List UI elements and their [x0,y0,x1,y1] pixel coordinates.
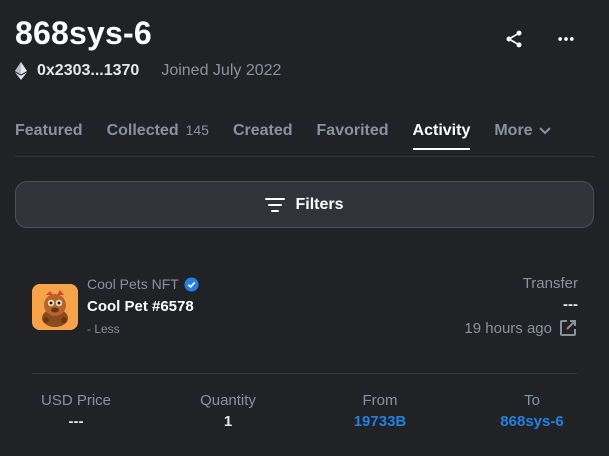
profile-tabs: Featured Collected 145 Created Favorited … [15,122,609,158]
tab-label: More [494,122,533,139]
tab-label: Collected [106,122,179,139]
tab-created[interactable]: Created [233,122,293,150]
collection-name-row[interactable]: Cool Pets NFT [87,276,199,292]
wallet-address[interactable]: 0x2303...1370 [37,62,139,80]
chevron-down-icon [538,127,551,135]
from-cell: From 19733B [310,392,450,430]
from-link[interactable]: 19733B [310,413,450,430]
quantity-cell: Quantity 1 [158,392,298,430]
item-name[interactable]: Cool Pet #6578 [87,298,194,315]
tab-label: Created [232,122,293,139]
verified-badge-icon [184,276,199,292]
event-time[interactable]: 19 hours ago [464,318,578,338]
filter-icon [265,197,286,213]
to-cell: To 868sys-6 [462,392,602,430]
event-time-label: 19 hours ago [464,319,552,337]
usd-price-label: USD Price [40,392,111,409]
tab-count: 145 [185,122,209,138]
collection-name: Cool Pets NFT [87,276,179,292]
quantity-value: 1 [223,413,233,430]
to-link[interactable]: 868sys-6 [462,413,602,430]
nft-thumbnail[interactable] [32,284,78,330]
to-label: To [524,392,540,409]
tab-favorited[interactable]: Favorited [317,122,389,150]
joined-date: Joined July 2022 [161,62,282,79]
filters-button[interactable]: Filters [15,181,594,228]
usd-price-cell: USD Price --- [6,392,146,430]
profile-name: 868sys-6 [15,15,152,51]
ethereum-icon [15,62,29,80]
less-toggle[interactable]: - Less [87,322,120,336]
event-price: --- [563,296,578,313]
tab-collected[interactable]: Collected 145 [107,122,209,150]
usd-price-value: --- [68,413,84,430]
tab-label: Activity [412,122,471,139]
quantity-label: Quantity [200,392,256,409]
tab-label: Featured [15,122,83,139]
profile-meta: 0x2303...1370 Joined July 2022 [15,62,281,80]
divider [32,373,577,374]
tab-more[interactable]: More [494,122,551,150]
share-icon[interactable] [501,26,527,52]
from-label: From [362,392,398,409]
more-dots-icon[interactable] [553,26,579,52]
external-link-icon[interactable] [558,318,578,338]
tab-activity[interactable]: Activity [412,122,471,150]
header-actions [501,26,579,52]
tab-featured[interactable]: Featured [15,122,83,150]
event-type: Transfer [522,275,578,292]
tab-label: Favorited [316,122,389,139]
filters-label: Filters [295,195,344,213]
